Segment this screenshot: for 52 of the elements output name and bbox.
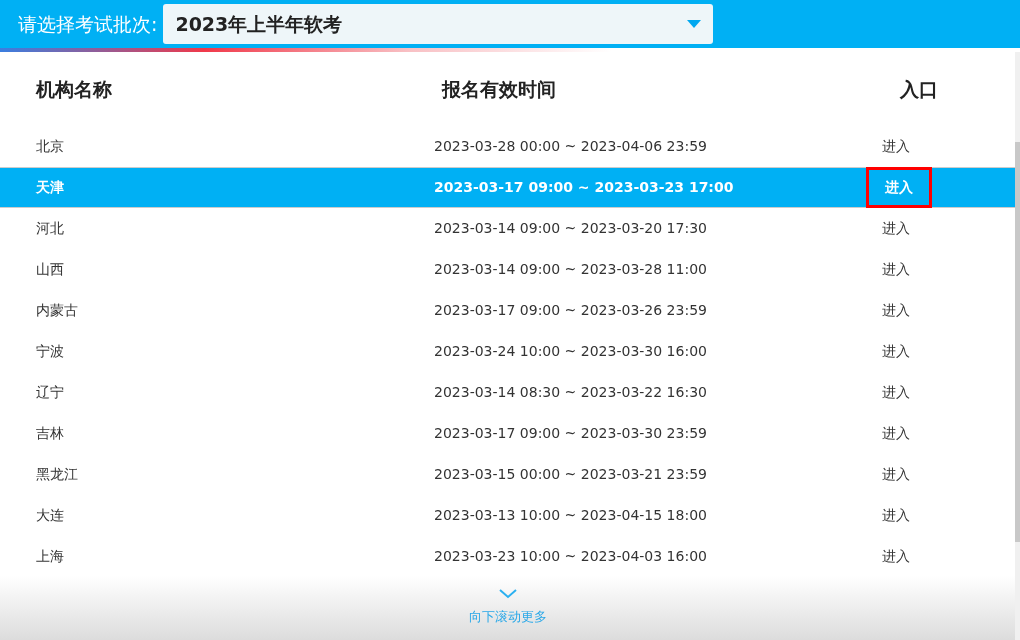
registration-period: 2023-03-14 09:00 ~ 2023-03-20 17:30 <box>433 219 708 238</box>
registration-period: 2023-03-17 09:00 ~ 2023-03-30 23:59 <box>433 424 708 443</box>
institution-name: 大连 <box>35 506 65 525</box>
scrollbar-thumb[interactable] <box>1015 142 1020 542</box>
institution-name: 辽宁 <box>35 383 65 402</box>
batch-label: 请选择考试批次: <box>18 11 158 37</box>
institution-name: 内蒙古 <box>35 301 79 320</box>
column-header: 报名有效时间 <box>440 76 557 102</box>
registration-period: 2023-03-13 10:00 ~ 2023-04-15 18:00 <box>433 506 708 525</box>
enter-link[interactable]: 进入 <box>866 126 926 167</box>
registration-period: 2023-03-28 00:00 ~ 2023-04-06 23:59 <box>433 137 708 156</box>
institution-name: 山西 <box>35 260 65 279</box>
institution-name: 上海 <box>35 547 65 566</box>
table-row[interactable]: 河北 2023-03-14 09:00 ~ 2023-03-20 17:30 进入 <box>0 208 1015 249</box>
enter-link[interactable]: 进入 <box>866 454 926 495</box>
institution-name: 天津 <box>35 178 65 197</box>
institution-name: 黑龙江 <box>35 465 79 484</box>
table-row[interactable]: 内蒙古 2023-03-17 09:00 ~ 2023-03-26 23:59 进入 <box>0 290 1015 331</box>
enter-link[interactable]: 进入 <box>866 249 926 290</box>
table-row[interactable]: 宁波 2023-03-24 10:00 ~ 2023-03-30 16:00 进入 <box>0 331 1015 372</box>
table-row[interactable]: 吉林 2023-03-17 09:00 ~ 2023-03-30 23:59 进入 <box>0 413 1015 454</box>
scrollbar-track[interactable] <box>1015 52 1020 640</box>
registration-period: 2023-03-14 09:00 ~ 2023-03-28 11:00 <box>433 260 708 279</box>
table-row[interactable]: 上海 2023-03-23 10:00 ~ 2023-04-03 16:00 进入 <box>0 536 1015 577</box>
table-row[interactable]: 大连 2023-03-13 10:00 ~ 2023-04-15 18:00 进入 <box>0 495 1015 536</box>
institution-name: 北京 <box>35 137 65 156</box>
registration-period: 2023-03-23 10:00 ~ 2023-04-03 16:00 <box>433 547 708 566</box>
caret-icon <box>687 20 702 28</box>
scroll-hint: 向下滚动更多 <box>468 608 547 627</box>
table-row[interactable]: 山西 2023-03-14 09:00 ~ 2023-03-28 11:00 进入 <box>0 249 1015 290</box>
enter-link[interactable]: 进入 <box>866 208 926 249</box>
enter-link[interactable]: 进入 <box>866 290 926 331</box>
column-header: 入口 <box>898 76 939 102</box>
column-header: 机构名称 <box>34 76 113 102</box>
registration-period: 2023-03-14 08:30 ~ 2023-03-22 16:30 <box>433 383 708 402</box>
institution-name: 宁波 <box>35 342 65 361</box>
table-row[interactable]: 黑龙江 2023-03-15 00:00 ~ 2023-03-21 23:59 进入 <box>0 454 1015 495</box>
enter-link[interactable]: 进入 <box>866 536 926 577</box>
institution-name: 吉林 <box>35 424 65 443</box>
enter-link[interactable]: 进入 <box>866 413 926 454</box>
table-row[interactable]: 北京 2023-03-28 00:00 ~ 2023-04-06 23:59 进入 <box>0 126 1015 167</box>
chevron-down-icon <box>498 589 517 600</box>
registration-period: 2023-03-24 10:00 ~ 2023-03-30 16:00 <box>433 342 708 361</box>
registration-period: 2023-03-17 09:00 ~ 2023-03-23 17:00 <box>433 178 735 197</box>
table-row[interactable]: 辽宁 2023-03-14 08:30 ~ 2023-03-22 16:30 进入 <box>0 372 1015 413</box>
batch-dropdown[interactable]: 2023年上半年软考 <box>163 4 714 44</box>
institution-name: 河北 <box>35 219 65 238</box>
enter-link[interactable]: 进入 <box>866 372 926 413</box>
enter-link[interactable]: 进入 <box>866 495 926 536</box>
enter-link[interactable]: 进入 <box>866 331 926 372</box>
registration-period: 2023-03-17 09:00 ~ 2023-03-26 23:59 <box>433 301 708 320</box>
registration-period: 2023-03-15 00:00 ~ 2023-03-21 23:59 <box>433 465 708 484</box>
